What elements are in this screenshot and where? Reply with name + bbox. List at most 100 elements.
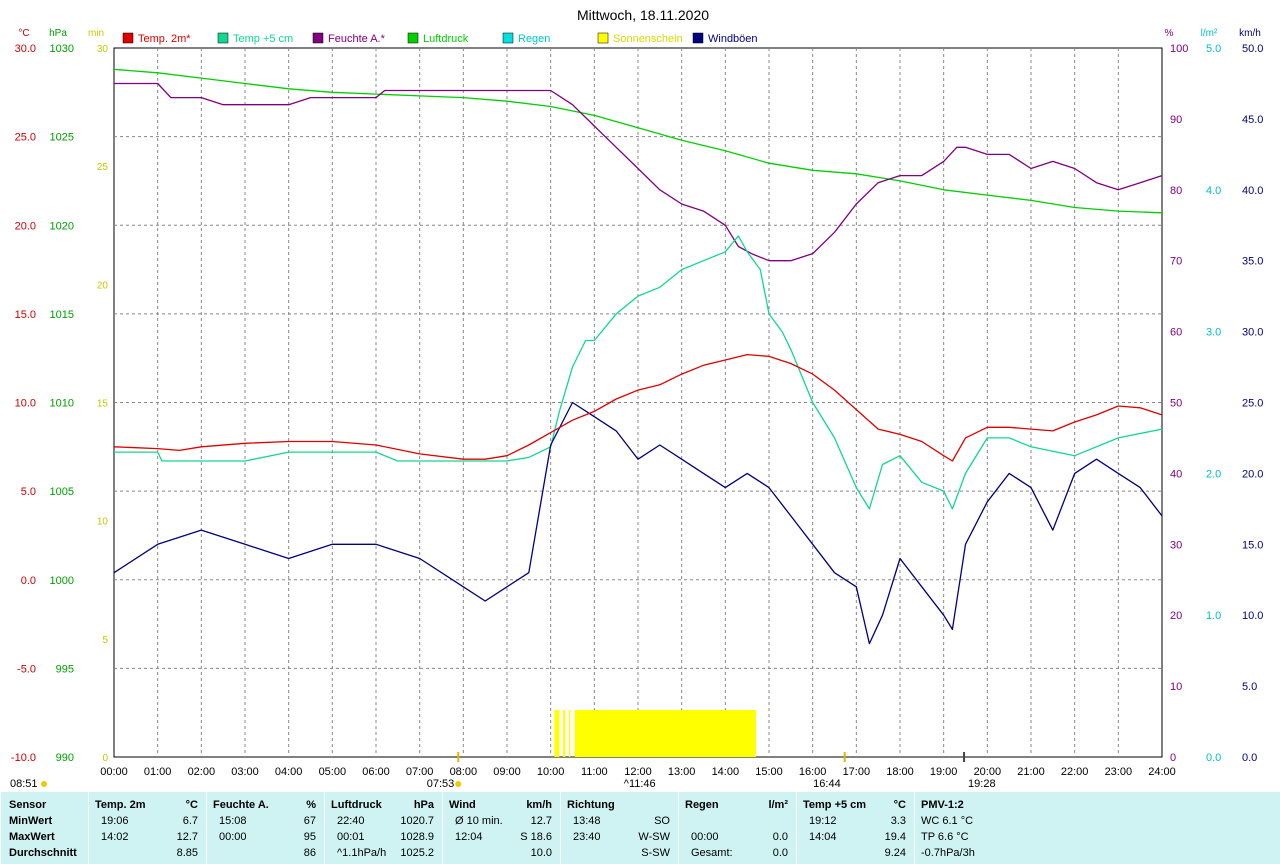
stats-value: 1020.7 [400, 815, 434, 827]
temp-tick-label: 15.0 [15, 309, 36, 321]
temp-tick-label: 5.0 [21, 486, 36, 498]
stats-value: -0.7hPa/3h [921, 847, 975, 859]
wind-tick-label: 0.0 [1242, 752, 1257, 764]
stats-time: 00:00 [691, 831, 719, 843]
weather-chart: Mittwoch, 18.11.2020 Temp. 2m* Temp +5 cm… [0, 0, 1280, 792]
stats-header: PMV-1:2 [921, 799, 964, 811]
stats-value: 10.0 [530, 847, 552, 859]
sunshine-tick-label: 15 [97, 399, 109, 410]
sunshine-bar [574, 710, 756, 757]
stats-value: 19.4 [884, 831, 906, 843]
stats-time: 14:04 [809, 831, 837, 843]
stats-row-label: MaxWert [9, 831, 55, 843]
time-tick-label: 22:00 [1061, 766, 1089, 778]
sunshine-tick-label: 10 [97, 517, 109, 528]
wind-tick-label: 35.0 [1242, 256, 1263, 268]
stats-header: Richtung [567, 799, 615, 811]
legend-swatch [217, 32, 229, 44]
axis-unit-kmh: km/h [1239, 28, 1261, 39]
sun-icon [455, 781, 462, 787]
legend-swatch [312, 32, 324, 44]
stats-header: Temp. 2m [95, 799, 146, 811]
pressure-tick-label: 1015 [50, 309, 74, 321]
stats-value: 0.0 [772, 831, 788, 843]
temp-tick-label: -5.0 [17, 663, 36, 675]
time-tick-label: 09:00 [493, 766, 521, 778]
wind-tick-label: 20.0 [1242, 468, 1263, 480]
time-tick-label: 02:00 [188, 766, 216, 778]
noon-marker-label: ^11:46 [624, 778, 656, 790]
stats-value: 8.85 [176, 847, 198, 859]
humidity-tick-label: 20 [1170, 610, 1182, 622]
stats-value: 6.7 [182, 815, 198, 827]
stats-col-wind: Wind km/h Ø 10 min. 12.7 12:04 S 18.6 10.0 [442, 792, 560, 864]
sunshine-tick-label: 25 [97, 162, 109, 173]
stats-unit: °C [893, 799, 906, 811]
stats-value: 9.24 [884, 847, 906, 859]
humidity-tick-label: 60 [1170, 327, 1182, 339]
time-tick-label: 15:00 [755, 766, 783, 778]
humidity-tick-label: 30 [1170, 539, 1182, 551]
time-tick-label: 21:00 [1017, 766, 1045, 778]
stats-time: 15:08 [219, 815, 247, 827]
stats-value: 67 [303, 815, 316, 827]
stats-row-label: MinWert [9, 815, 53, 827]
time-tick-label: 00:00 [100, 766, 128, 778]
stats-col-sensor: Sensor MinWert MaxWert Durchschnitt [0, 792, 88, 864]
axis-unit-min: min [88, 28, 104, 39]
stats-value: WC 6.1 °C [921, 815, 974, 827]
chart-background [0, 0, 1280, 792]
time-tick-label: 14:00 [712, 766, 740, 778]
time-tick-label: 23:00 [1105, 766, 1133, 778]
time-tick-label: 16:00 [799, 766, 827, 778]
humidity-tick-label: 10 [1170, 681, 1182, 693]
axis-unit-temp: °C [18, 28, 29, 39]
stats-header: Temp +5 cm [803, 799, 867, 811]
stats-unit: km/h [526, 799, 552, 811]
rain-tick-label: 0.0 [1206, 752, 1221, 764]
wind-tick-label: 15.0 [1242, 539, 1263, 551]
axis-unit-percent: % [1165, 28, 1174, 39]
pressure-tick-label: 1010 [50, 398, 74, 410]
time-tick-label: 04:00 [275, 766, 303, 778]
stats-value: 3.3 [890, 815, 906, 827]
legend-swatch [692, 32, 704, 44]
wind-tick-label: 40.0 [1242, 185, 1263, 197]
temp-tick-label: 25.0 [15, 132, 36, 144]
rain-tick-label: 3.0 [1206, 327, 1221, 339]
time-tick-label: 07:00 [406, 766, 434, 778]
legend-label: Luftdruck [423, 33, 469, 45]
wind-tick-label: 30.0 [1242, 327, 1263, 339]
stats-value: SO [654, 815, 670, 827]
humidity-tick-label: 50 [1170, 398, 1182, 410]
stats-time: Gesamt: [691, 847, 733, 859]
time-tick-label: 06:00 [362, 766, 390, 778]
stats-col-feuchte: Feuchte A.% 15:08 67 00:00 95 86 [206, 792, 324, 864]
stats-value: S 18.6 [520, 831, 552, 843]
stats-col-luftdruck: Luftdruck hPa 22:40 1020.7 00:01 1028.9 ^1.1hP… [324, 792, 442, 864]
stats-time: 22:40 [337, 815, 365, 827]
stats-time: 23:40 [573, 831, 601, 843]
sunshine-tick-label: 20 [97, 280, 109, 291]
stats-unit: l/m² [768, 799, 788, 811]
stats-value: W-SW [638, 831, 670, 843]
stats-value: 95 [303, 831, 316, 843]
pressure-tick-label: 1020 [50, 220, 74, 232]
stats-value: 1028.9 [400, 831, 434, 843]
pressure-tick-label: 1000 [50, 575, 74, 587]
humidity-tick-label: 100 [1170, 43, 1188, 55]
stats-time: 00:01 [337, 831, 365, 843]
temp-tick-label: 20.0 [15, 220, 36, 232]
time-tick-label: 13:00 [668, 766, 696, 778]
humidity-tick-label: 90 [1170, 114, 1182, 126]
time-tick-label: 18:00 [886, 766, 914, 778]
stats-header: Sensor [9, 799, 47, 811]
stats-header: Luftdruck [331, 799, 382, 811]
stats-value: 12.7 [176, 831, 198, 843]
stats-value: TP 6.6 °C [921, 831, 969, 843]
pressure-tick-label: 1005 [50, 486, 74, 498]
sunshine-bar [568, 710, 571, 757]
wind-tick-label: 10.0 [1242, 610, 1263, 622]
wind-tick-label: 5.0 [1242, 681, 1257, 693]
stats-value: S-SW [641, 847, 670, 859]
